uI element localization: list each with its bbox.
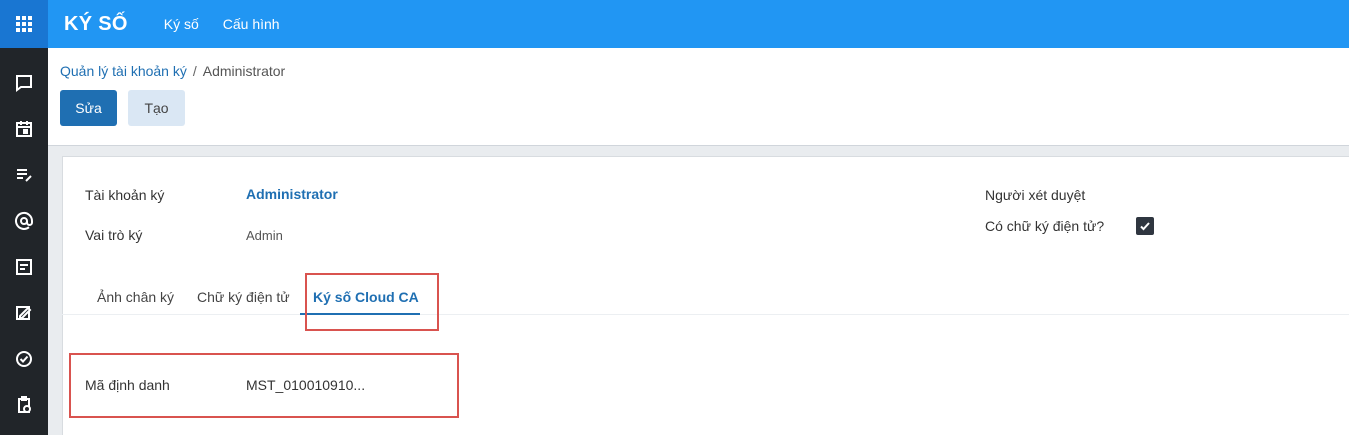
chat-icon[interactable] <box>0 60 48 106</box>
edit-button[interactable]: Sửa <box>60 90 117 126</box>
breadcrumb-current: Administrator <box>202 63 286 79</box>
sidebar <box>0 48 48 435</box>
role-value: Admin <box>246 228 283 243</box>
calendar-icon[interactable] <box>0 106 48 152</box>
account-value-link[interactable]: Administrator <box>246 186 338 202</box>
menu-cau-hinh[interactable]: Cấu hình <box>223 16 280 32</box>
sign-icon[interactable] <box>0 290 48 336</box>
document-icon[interactable] <box>0 244 48 290</box>
esign-label: Có chữ ký điện tử? <box>985 218 1105 234</box>
menu-ky-so[interactable]: Ký số <box>164 16 199 32</box>
create-button[interactable]: Tạo <box>128 90 185 126</box>
tab-highlight-box <box>305 273 439 331</box>
tab-anh-chan-ky[interactable]: Ảnh chân ký <box>97 289 174 305</box>
breadcrumb: Quản lý tài khoản ký / Administrator <box>60 63 285 79</box>
account-label: Tài khoản ký <box>85 187 165 203</box>
control-panel: Quản lý tài khoản ký / Administrator Sửa T… <box>48 48 1349 146</box>
esign-checkbox[interactable] <box>1136 217 1154 235</box>
tabs-divider <box>62 314 1349 315</box>
check-circle-icon[interactable] <box>0 336 48 382</box>
check-icon <box>1140 222 1150 231</box>
tab-chu-ky-dien-tu[interactable]: Chữ ký điện tử <box>197 289 290 305</box>
id-highlight-box <box>69 353 459 418</box>
breadcrumb-separator: / <box>192 63 197 79</box>
app-title: KÝ SỐ <box>64 12 128 35</box>
top-navbar: KÝ SỐ Ký số Cấu hình <box>0 0 1349 48</box>
clipboard-clock-icon[interactable] <box>0 382 48 428</box>
notes-icon[interactable] <box>0 152 48 198</box>
apps-menu-button[interactable] <box>0 0 48 48</box>
grid-icon <box>16 16 32 32</box>
breadcrumb-parent-link[interactable]: Quản lý tài khoản ký <box>60 63 187 79</box>
approver-label: Người xét duyệt <box>985 187 1086 203</box>
at-icon[interactable] <box>0 198 48 244</box>
role-label: Vai trò ký <box>85 227 143 243</box>
